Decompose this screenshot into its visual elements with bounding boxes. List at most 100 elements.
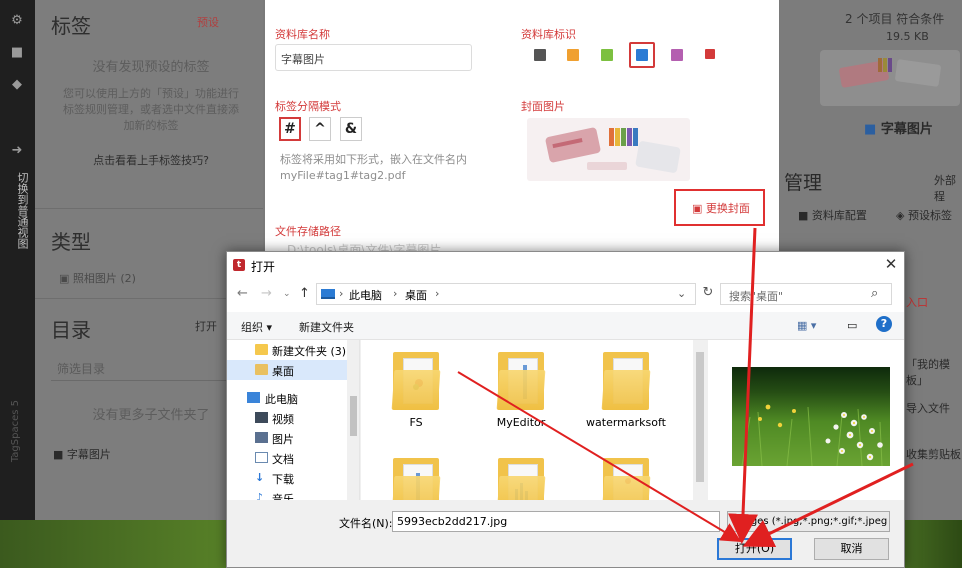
- folder-item-myeditor[interactable]: [496, 352, 546, 410]
- address-bar[interactable]: › 此电脑 › 桌面 › ⌄: [316, 283, 696, 305]
- change-cover-button[interactable]: ▣ 更换封面: [674, 189, 765, 226]
- folder-front: [601, 370, 651, 410]
- download-icon: ↓: [255, 471, 265, 484]
- my-templates-link[interactable]: 「我的模板」: [906, 356, 962, 388]
- video-icon: [255, 412, 268, 423]
- folder-front: [496, 476, 546, 500]
- collect-clipboard-link[interactable]: 收集剪贴板: [906, 446, 961, 462]
- folder-item-watermarksoft[interactable]: [601, 352, 651, 410]
- import-files-link[interactable]: 导入文件: [906, 400, 950, 416]
- pictures-icon: [255, 432, 268, 443]
- rail-view-toggle[interactable]: 切换到普通视图: [8, 172, 29, 249]
- help-icon[interactable]: ?: [876, 316, 892, 332]
- save-icon[interactable]: ■: [10, 46, 24, 60]
- tree-item-label: 视频: [272, 413, 294, 426]
- open-button[interactable]: 打开(O): [717, 538, 792, 560]
- directory-item[interactable]: ■ 字幕图片: [53, 446, 111, 462]
- library-config-link[interactable]: ■ 资料库配置: [798, 207, 867, 223]
- directory-open-link[interactable]: 打开: [195, 318, 217, 334]
- preset-tags-link[interactable]: ◈ 预设标签: [896, 207, 952, 223]
- tree-scrollbar-thumb[interactable]: [350, 396, 357, 436]
- preview-image: [732, 367, 890, 466]
- library-name[interactable]: ■ 字幕图片: [864, 118, 933, 137]
- tags-tip-link[interactable]: 点击看看上手标签技巧?: [51, 152, 251, 168]
- tree-item-label: 音乐: [272, 493, 294, 500]
- library-icon-option[interactable]: [560, 42, 586, 68]
- view-options-icon[interactable]: ▦ ▾: [797, 319, 816, 332]
- separator-hash-button[interactable]: #: [279, 117, 301, 141]
- divider: [35, 208, 263, 209]
- library-icon-option[interactable]: [527, 42, 553, 68]
- directory-item-label: 字幕图片: [66, 448, 111, 461]
- new-folder-button[interactable]: 新建文件夹: [299, 319, 354, 335]
- rail-version: TagSpaces 5: [10, 400, 21, 463]
- organize-menu[interactable]: 组织 ▾: [241, 319, 272, 335]
- folder-icon: [255, 344, 268, 355]
- entry-link[interactable]: 入口: [906, 294, 928, 310]
- library-icon-option[interactable]: [594, 42, 620, 68]
- tree-item-desktop[interactable]: 桌面: [227, 360, 347, 380]
- back-arrow-icon[interactable]: ←: [237, 286, 248, 301]
- breadcrumb-this-pc[interactable]: 此电脑: [349, 287, 382, 303]
- breadcrumb-sep: ›: [393, 287, 398, 300]
- navigation-tree: 新建文件夹 (3) 桌面 此电脑 视频 图片 文档 ↓ 下载 ♪ 音乐: [227, 340, 360, 500]
- preview-pane-icon[interactable]: ▭: [847, 319, 857, 332]
- tree-item-videos[interactable]: 视频: [227, 408, 347, 428]
- save-icon: ■: [864, 122, 881, 137]
- tree-item-downloads[interactable]: ↓ 下载: [227, 468, 347, 488]
- folder-front: [391, 370, 441, 410]
- recent-chevron-icon[interactable]: ⌄: [283, 289, 291, 299]
- folder-item[interactable]: [391, 458, 441, 500]
- tree-item-music[interactable]: ♪ 音乐: [227, 488, 347, 500]
- types-item[interactable]: ▣ 照相图片 (2): [59, 270, 136, 286]
- search-input[interactable]: 搜索"桌面" ⌕: [720, 283, 892, 305]
- image-icon: ▣: [59, 272, 73, 285]
- tree-item-label: 桌面: [272, 365, 294, 378]
- file-name[interactable]: watermarksoft: [581, 416, 671, 430]
- preview-pane: [708, 340, 904, 500]
- gear-icon[interactable]: ⚙: [10, 14, 24, 28]
- preset-link[interactable]: 预设: [197, 14, 219, 30]
- filename-input[interactable]: 5993ecb2dd217.jpg: [392, 511, 720, 532]
- tag-icon[interactable]: ◆: [10, 78, 24, 92]
- up-arrow-icon[interactable]: ↑: [299, 286, 310, 301]
- flag-icon-option[interactable]: [698, 42, 724, 68]
- tags-title: 标签: [51, 14, 91, 38]
- dialog-titlebar[interactable]: t 打开 ✕: [227, 252, 904, 278]
- dialog-toolbar: 组织 ▾ 新建文件夹 ▦ ▾ ▭ ?: [227, 312, 904, 340]
- separator-amp-button[interactable]: &: [340, 117, 362, 141]
- tree-item-pictures[interactable]: 图片: [227, 428, 347, 448]
- left-rail: ⚙ ■ ◆ ➜ 切换到普通视图 TagSpaces 5: [0, 0, 35, 520]
- separator-desc-line: 标签将采用如下形式，嵌入在文件名内: [280, 153, 467, 166]
- file-list: FS MyEditor watermarksoft: [361, 340, 693, 500]
- filename-label: 文件名(N):: [339, 517, 393, 530]
- library-thumbnail: [820, 50, 960, 106]
- breadcrumb-desktop[interactable]: 桌面: [405, 287, 427, 303]
- separator-caret-button[interactable]: ^: [309, 117, 331, 141]
- folder-item[interactable]: [496, 458, 546, 500]
- separator-mode-label: 标签分隔模式: [275, 100, 341, 113]
- dialog-footer: 文件名(N): 5993ecb2dd217.jpg Images (*.jpg;…: [227, 500, 904, 567]
- folder-item[interactable]: [601, 458, 651, 500]
- tree-item-documents[interactable]: 文档: [227, 448, 347, 468]
- app-icon: t: [233, 259, 245, 271]
- library-icon-option-selected[interactable]: [629, 42, 655, 68]
- external-link[interactable]: 外部程: [934, 172, 962, 204]
- close-icon[interactable]: ✕: [881, 255, 901, 273]
- filetype-select[interactable]: Images (*.jpg;*.png;*.gif;*.jpeg: [727, 511, 890, 532]
- folder-item-fs[interactable]: [391, 352, 441, 410]
- cover-image-label: 封面图片: [521, 100, 565, 113]
- file-name[interactable]: MyEditor: [476, 416, 566, 430]
- address-dropdown-icon[interactable]: ⌄: [677, 287, 686, 300]
- cancel-button[interactable]: 取消: [814, 538, 889, 560]
- arrow-right-icon[interactable]: ➜: [10, 144, 24, 158]
- file-list-scrollbar-thumb[interactable]: [696, 352, 704, 482]
- file-name[interactable]: FS: [371, 416, 461, 430]
- refresh-icon[interactable]: ↻: [699, 283, 717, 305]
- library-icon-label: 资料库标识: [521, 28, 576, 41]
- library-name-input[interactable]: 字幕图片: [275, 44, 472, 71]
- library-icon-option[interactable]: [664, 42, 690, 68]
- tree-item-this-pc[interactable]: 此电脑: [227, 388, 347, 408]
- tree-item-new-folder[interactable]: 新建文件夹 (3): [227, 340, 347, 360]
- forward-arrow-icon[interactable]: →: [261, 286, 272, 301]
